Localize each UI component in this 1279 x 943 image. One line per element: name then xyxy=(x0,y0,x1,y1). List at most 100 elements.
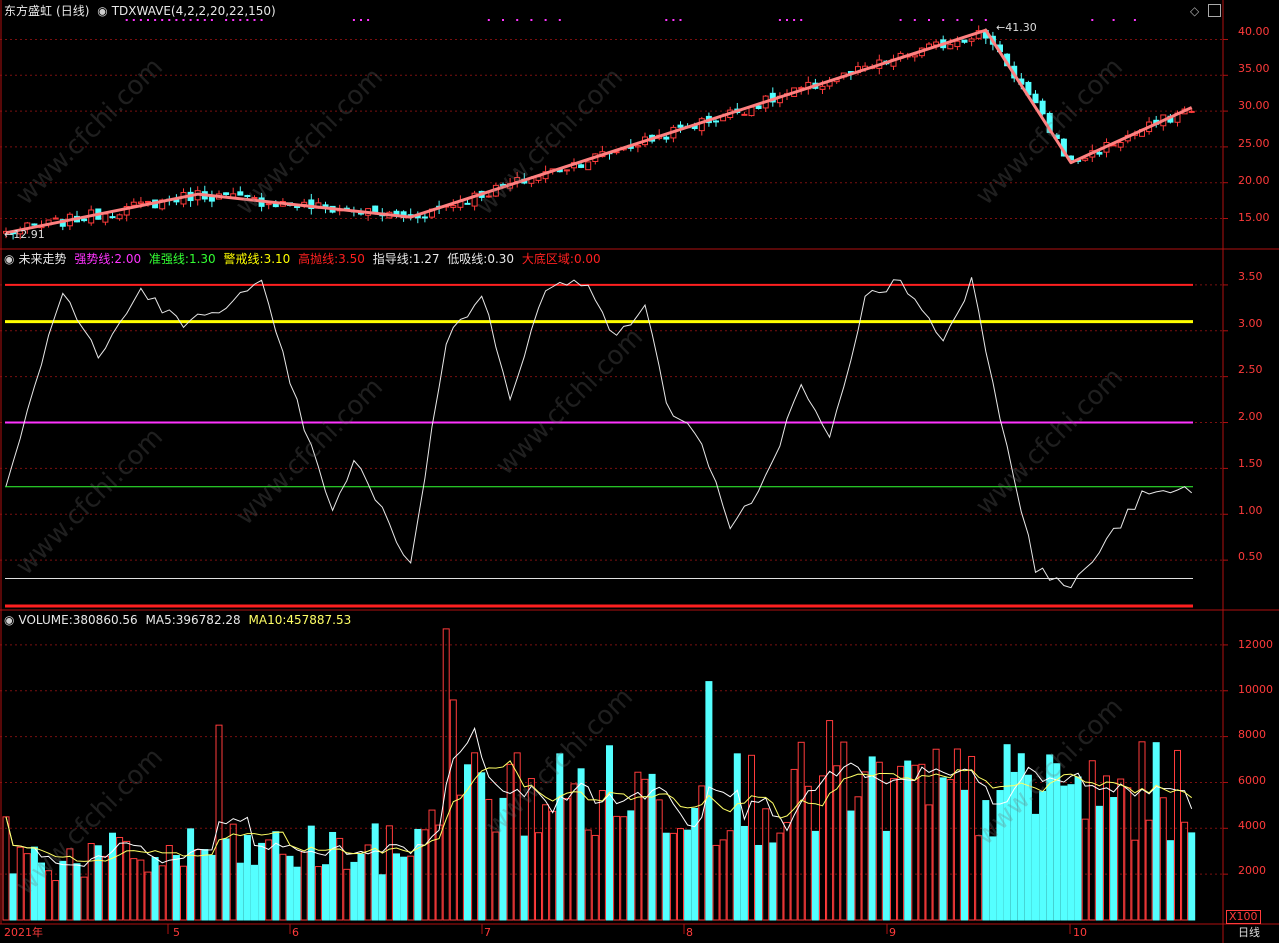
indicator-name[interactable]: TDXWAVE(4,2,2,20,22,150) xyxy=(112,4,276,18)
osc-axis-tick: 2.00 xyxy=(1238,410,1263,423)
signal-dot xyxy=(928,19,930,21)
candle-body xyxy=(208,196,215,202)
osc-axis-tick: 3.50 xyxy=(1238,270,1263,283)
volume-bar xyxy=(87,843,95,921)
price-axis-tick: 30.00 xyxy=(1238,99,1270,112)
volume-bar xyxy=(1032,813,1039,921)
osc-axis-tick: 0.50 xyxy=(1238,550,1263,563)
dropdown-icon[interactable]: ◉ xyxy=(4,613,14,627)
low-line-label: 低吸线: xyxy=(447,252,488,266)
volume-bar xyxy=(613,815,621,921)
osc-axis-tick: 3.00 xyxy=(1238,317,1263,330)
volume-label[interactable]: VOLUME: xyxy=(18,613,72,627)
warn-line-value: 3.10 xyxy=(263,252,291,266)
main-header: 东方盛虹 (日线) ◉ TDXWAVE(4,2,2,20,22,150) xyxy=(4,4,280,18)
quasi-line-label: 准强线: xyxy=(148,252,189,266)
volume-bar xyxy=(343,868,351,921)
osc-axis-tick: 1.00 xyxy=(1238,504,1263,517)
volume-bar xyxy=(378,874,386,921)
volume-bar xyxy=(769,842,777,921)
volume-bar xyxy=(875,761,883,921)
volume-bar xyxy=(527,778,535,921)
volume-bar xyxy=(407,855,415,921)
signal-dot xyxy=(530,19,533,21)
volume-bar xyxy=(1152,742,1160,921)
volume-bar xyxy=(1039,790,1047,921)
candle-body xyxy=(755,105,762,110)
stock-name[interactable]: 东方盛虹 xyxy=(4,4,52,18)
high-line-value: 3.50 xyxy=(338,252,365,266)
volume-bar xyxy=(236,862,244,921)
high-price-label: ←41.30 xyxy=(996,21,1037,34)
osc-axis-tick: 2.50 xyxy=(1238,363,1263,376)
dropdown-icon[interactable]: ◉ xyxy=(97,4,107,18)
signal-dot xyxy=(360,19,362,21)
bottom-zone-value: 0.00 xyxy=(573,252,601,266)
diamond-icon[interactable]: ◇ xyxy=(1190,4,1199,18)
signal-dot xyxy=(1112,19,1115,21)
volume-bar xyxy=(804,785,812,921)
date-axis-tick: 2021年 xyxy=(4,926,43,939)
volume-bar xyxy=(286,855,294,921)
volume-axis-tick: 6000 xyxy=(1238,774,1266,787)
volume-bar xyxy=(1053,763,1061,921)
volume-bar xyxy=(52,880,60,921)
volume-bar xyxy=(464,764,471,921)
signal-dot xyxy=(260,19,263,21)
signal-dot xyxy=(793,19,796,21)
volume-bar xyxy=(627,810,635,921)
ma10-value: 457887.53 xyxy=(286,613,352,627)
signal-dot xyxy=(970,19,973,21)
volume-header: ◉ VOLUME:380860.56 MA5:396782.28 MA10:457… xyxy=(4,613,355,627)
oscillator-header: ◉ 未来走势 强势线:2.00 准强线:1.30 警戒线:3.10 高抛线:3.5… xyxy=(4,252,605,266)
volume-bar xyxy=(1188,832,1196,921)
signal-dot xyxy=(956,19,959,21)
volume-bar xyxy=(740,825,748,921)
candle-body xyxy=(563,169,570,172)
volume-bar xyxy=(1181,821,1189,921)
dropdown-icon[interactable]: ◉ xyxy=(4,252,14,266)
period-selector[interactable]: 日线 xyxy=(1238,926,1260,940)
signal-dot xyxy=(558,19,561,21)
signal-dot xyxy=(210,19,213,21)
volume-bar xyxy=(982,800,990,921)
candle-body xyxy=(294,205,301,208)
collapse-button[interactable] xyxy=(1208,4,1221,17)
signal-dot xyxy=(487,19,490,21)
volume-bar xyxy=(1067,784,1075,921)
volume-bar xyxy=(492,831,500,921)
volume-bar xyxy=(428,809,436,921)
candle-body xyxy=(265,203,272,206)
volume-bar xyxy=(1010,771,1018,921)
volume-bar xyxy=(165,844,173,921)
volume-bar xyxy=(2,816,10,921)
candle-body xyxy=(109,216,116,219)
candlestick-series[interactable] xyxy=(3,25,1195,240)
ma5-value: 396782.28 xyxy=(175,613,241,627)
volume-bar xyxy=(953,748,961,921)
volume-bar xyxy=(350,861,358,921)
volume-bar xyxy=(790,768,798,921)
volume-bar xyxy=(1103,775,1110,921)
signal-dot xyxy=(139,19,142,21)
warn-line-label: 警戒线: xyxy=(223,252,264,266)
signal-dot xyxy=(125,19,128,21)
candle-body xyxy=(81,218,88,222)
signal-dot xyxy=(800,19,803,21)
volume-bar xyxy=(726,830,734,921)
candle-body xyxy=(421,216,428,219)
volume-bar xyxy=(733,753,741,921)
volume-bar xyxy=(38,862,45,921)
volume-bar xyxy=(137,859,145,921)
oscillator-title[interactable]: 未来走势 xyxy=(18,252,66,266)
signal-dot xyxy=(232,19,235,21)
volume-axis-tick: 8000 xyxy=(1238,728,1266,741)
candle-body xyxy=(102,213,109,223)
volume-bar xyxy=(1074,776,1082,921)
volume-bars[interactable] xyxy=(2,628,1196,921)
volume-bar xyxy=(300,851,308,921)
volume-bar xyxy=(279,853,287,921)
volume-bar xyxy=(201,849,209,921)
kline-chart-canvas[interactable] xyxy=(0,0,1279,943)
candle-body xyxy=(31,223,38,226)
